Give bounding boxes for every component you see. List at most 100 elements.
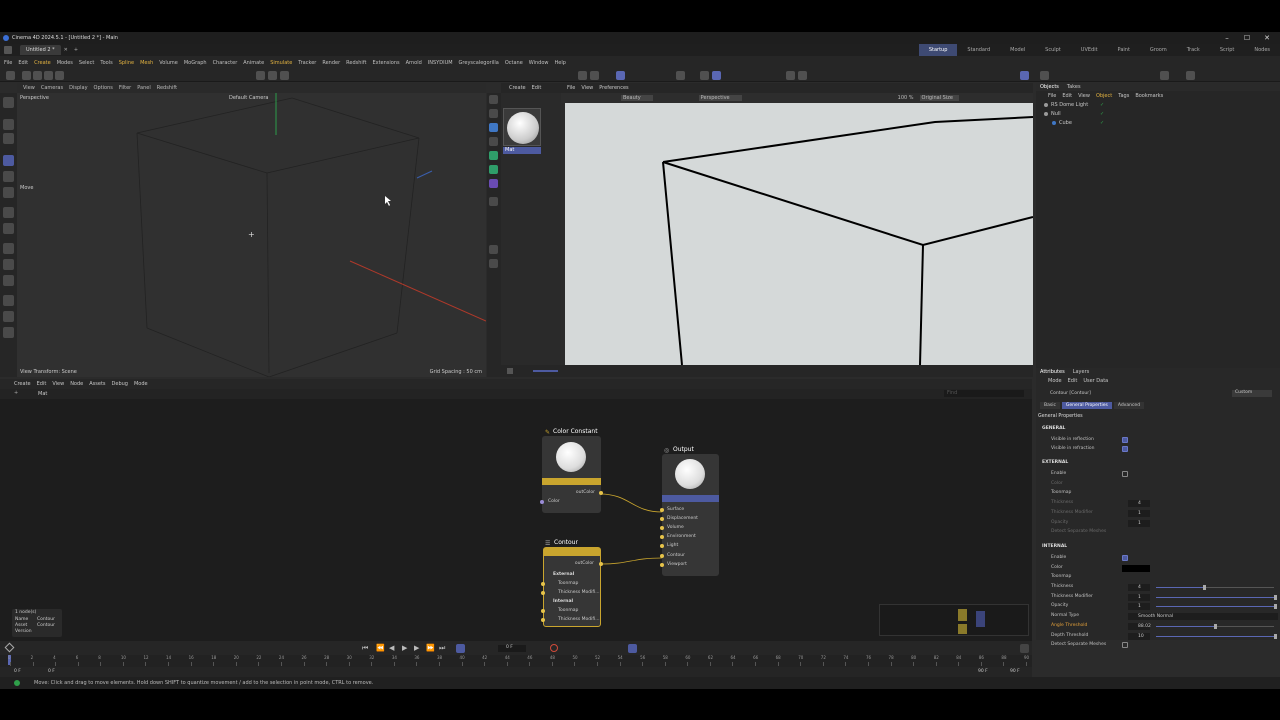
attr-slider[interactable] (1156, 585, 1274, 590)
attr-value-field[interactable]: 4 (1128, 500, 1150, 508)
visibility-check-icon[interactable]: ✓ (1100, 102, 1104, 108)
material-name[interactable]: Mat (503, 147, 541, 154)
section-general[interactable]: GENERAL (1042, 426, 1065, 431)
new-tab-icon[interactable]: + (74, 47, 78, 53)
grab-icon[interactable] (3, 327, 14, 338)
timeline-start-field[interactable]: 0 F (14, 669, 21, 674)
menu-mograph[interactable]: MoGraph (184, 60, 207, 66)
attr-menu-user-data[interactable]: User Data (1083, 378, 1108, 384)
attr-row-angle-threshold[interactable]: Angle Threshold 88.02 (1036, 622, 1280, 632)
attr-value-field[interactable]: 1 (1128, 509, 1150, 517)
layout-tab-sculpt[interactable]: Sculpt (1035, 44, 1071, 56)
attr-slider[interactable] (1156, 633, 1277, 639)
attr-checkbox[interactable] (1122, 471, 1128, 477)
layout-tab-uvedit[interactable]: UVEdit (1071, 44, 1108, 56)
output-port-light[interactable] (660, 544, 664, 549)
attr-checkbox[interactable] (1122, 446, 1128, 452)
slider-knob[interactable] (1203, 585, 1207, 590)
attr-tab-attributes[interactable]: Attributes (1040, 368, 1065, 376)
attr-row-enable[interactable]: Enable (1036, 470, 1280, 480)
attr-value-field[interactable]: 1 (1128, 603, 1150, 611)
layout-tab-script[interactable]: Script (1210, 44, 1245, 56)
slider-knob[interactable] (1274, 604, 1277, 610)
spline-icon[interactable] (489, 109, 498, 118)
attr-row-toonmap[interactable]: Toonmap (1036, 573, 1280, 583)
layout-tab-nodes[interactable]: Nodes (1244, 44, 1280, 56)
attr-slider[interactable] (1156, 623, 1274, 629)
grid-icon[interactable] (700, 71, 709, 80)
attr-row-color[interactable]: Color (1036, 564, 1280, 574)
menu-redshift[interactable]: Redshift (346, 60, 366, 66)
section-internal[interactable]: INTERNAL (1042, 544, 1067, 549)
rotate-tool-icon[interactable] (3, 171, 14, 182)
om-menu-bookmarks[interactable]: Bookmarks (1135, 93, 1163, 99)
attr-slider[interactable] (1156, 594, 1277, 600)
material-thumbnail[interactable] (503, 108, 541, 146)
attribute-preset-select[interactable]: Custom (1232, 390, 1272, 397)
output-node[interactable]: ◎ Output Surface Displacement Volume Enviro… (660, 446, 719, 576)
menu-extensions[interactable]: Extensions (372, 60, 399, 66)
attr-row-visible-in-refraction[interactable]: Visible in refraction (1036, 445, 1280, 455)
color-constant-out-port[interactable] (599, 491, 603, 495)
attr-row-normal-type[interactable]: Normal Type Smooth Normal (1036, 612, 1280, 622)
menu-edit[interactable]: Edit (18, 60, 28, 66)
attr-value-field[interactable]: 1 (1128, 519, 1150, 527)
color-swatch[interactable] (1122, 564, 1150, 572)
fcurve-icon[interactable] (628, 644, 637, 653)
menu-file[interactable]: File (4, 60, 12, 66)
undo-icon[interactable] (6, 71, 15, 80)
menu-window[interactable]: Window (529, 60, 549, 66)
current-frame-field[interactable]: 0 F (498, 645, 526, 652)
rv-menu-preferences[interactable]: Preferences (599, 85, 628, 91)
attr-row-toonmap[interactable]: Toonmap (1036, 489, 1280, 499)
model-mode-icon[interactable] (590, 71, 599, 80)
timeline-settings-icon[interactable] (1020, 644, 1029, 653)
visibility-check-icon[interactable]: ✓ (1100, 120, 1104, 126)
search-icon[interactable] (3, 97, 14, 108)
magnet-icon[interactable] (3, 275, 14, 286)
snap-icon[interactable] (676, 71, 685, 80)
live-selection-icon[interactable] (578, 71, 587, 80)
object-mode-icon[interactable] (616, 71, 625, 80)
rv-bottom-icon[interactable] (507, 368, 513, 374)
timeline-ruler[interactable]: 0 2 4 6 8 10 12 14 16 18 20 22 24 26 28 30 32 34 36 38 40 42 4… (0, 655, 1032, 667)
layout-tab-groom[interactable]: Groom (1140, 44, 1177, 56)
output-port-surface[interactable] (660, 508, 664, 512)
scale-tool-icon[interactable] (3, 187, 14, 198)
om-tab-objects[interactable]: Objects (1040, 83, 1059, 91)
attr-checkbox[interactable] (1122, 554, 1128, 561)
polygon-pen-icon[interactable] (3, 207, 14, 218)
menu-tracker[interactable]: Tracker (298, 60, 316, 66)
pointer-icon[interactable] (3, 133, 14, 144)
om-menu-object[interactable]: Object (1096, 93, 1112, 99)
rv-zoom-value[interactable]: 100 % (898, 95, 914, 101)
coordinate-system-icon[interactable] (55, 71, 64, 80)
attr-row-color[interactable]: Color (1036, 480, 1280, 490)
rv-camera-select[interactable]: Perspective (698, 95, 742, 101)
contour-group-external[interactable]: External (553, 572, 574, 577)
color-constant-in-port[interactable] (540, 500, 544, 504)
output-port-contour[interactable] (660, 553, 664, 558)
render-output[interactable] (565, 103, 1033, 365)
object-row-rs-dome-light[interactable]: RS Dome Light ✓ (1036, 100, 1280, 109)
rv-aov-select[interactable]: Beauty (621, 95, 653, 101)
maximize-icon[interactable]: ☐ (1238, 32, 1256, 44)
go-end-icon[interactable]: ⏭ (439, 644, 445, 653)
menu-modes[interactable]: Modes (57, 60, 73, 66)
attr-value-field[interactable]: 4 (1128, 584, 1150, 591)
document-tab[interactable]: Untitled 2 * (20, 45, 61, 55)
prev-frame-icon[interactable]: ◀ (389, 644, 394, 652)
node-navigator[interactable] (879, 604, 1029, 636)
menu-tools[interactable]: Tools (100, 60, 112, 66)
layout-tab-paint[interactable]: Paint (1108, 44, 1140, 56)
render-view-icon[interactable] (268, 71, 277, 80)
field-icon[interactable] (489, 197, 498, 206)
color-constant-node[interactable]: ✎ Color Constant outColor Color (540, 428, 603, 513)
output-port-environment[interactable] (660, 535, 664, 540)
paint-icon[interactable] (3, 243, 14, 254)
output-port-viewport[interactable] (660, 562, 664, 567)
timeline-range-end[interactable]: 90 F (978, 669, 988, 674)
keyframe-icon[interactable] (4, 642, 15, 653)
brush-icon[interactable] (3, 259, 14, 270)
subtab-advanced[interactable]: Advanced (1113, 402, 1145, 409)
